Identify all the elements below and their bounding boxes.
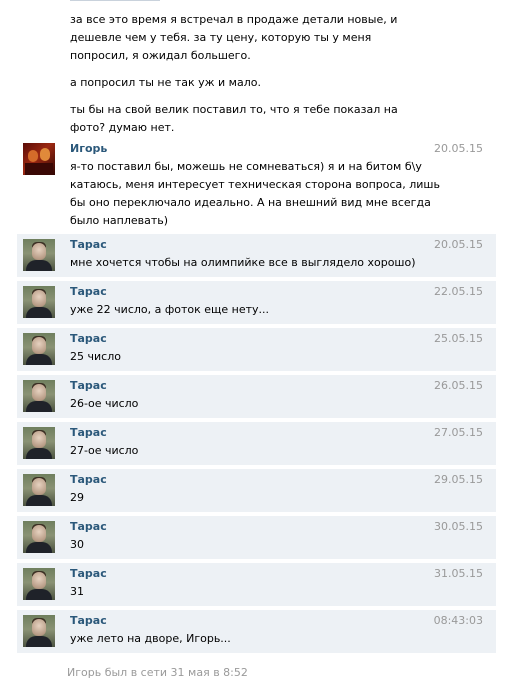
message-date[interactable]: 31.05.15 xyxy=(434,567,483,580)
message-paragraph: а попросил ты не так уж и мало. xyxy=(70,76,261,89)
message-date[interactable]: 29.05.15 xyxy=(434,473,483,486)
author-name[interactable]: Игорь xyxy=(70,142,107,155)
avatar[interactable] xyxy=(23,239,55,271)
author-name[interactable]: Тарас xyxy=(70,426,107,439)
message-item[interactable]: Игорь 20.05.15 я-то поставил бы, можешь … xyxy=(17,138,496,230)
clipped-previous-message xyxy=(0,0,515,6)
message-text: мне хочется чтобы на олимпийке все в выг… xyxy=(70,256,416,269)
message-text: 26-ое число xyxy=(70,397,139,410)
message-item[interactable]: Тарас 31.05.15 31 xyxy=(17,563,496,606)
author-name[interactable]: Тарас xyxy=(70,473,107,486)
author-name[interactable]: Тарас xyxy=(70,379,107,392)
avatar[interactable] xyxy=(23,380,55,412)
divider xyxy=(70,0,160,1)
message-item[interactable]: Тарас 27.05.15 27-ое число xyxy=(17,422,496,465)
message-date[interactable]: 27.05.15 xyxy=(434,426,483,439)
last-seen-status: Игорь был в сети 31 мая в 8:52 xyxy=(67,666,248,679)
message-item[interactable]: Тарас 26.05.15 26-ое число xyxy=(17,375,496,418)
message-date[interactable]: 30.05.15 xyxy=(434,520,483,533)
message-date[interactable]: 22.05.15 xyxy=(434,285,483,298)
message-item[interactable]: Тарас 30.05.15 30 xyxy=(17,516,496,559)
avatar[interactable] xyxy=(23,474,55,506)
author-name[interactable]: Тарас xyxy=(70,285,107,298)
author-name[interactable]: Тарас xyxy=(70,614,107,627)
message-text: уже 22 число, а фоток еще нету... xyxy=(70,303,270,316)
message-date[interactable]: 08:43:03 xyxy=(434,614,483,627)
message-text: уже лето на дворе, Игорь... xyxy=(70,632,231,645)
message-text: 25 число xyxy=(70,350,121,363)
avatar[interactable] xyxy=(23,521,55,553)
avatar[interactable] xyxy=(23,143,55,175)
message-text: 29 xyxy=(70,491,84,504)
message-date[interactable]: 20.05.15 xyxy=(434,238,483,251)
message-text: 31 xyxy=(70,585,84,598)
message-text: 27-ое число xyxy=(70,444,139,457)
message-item[interactable]: Тарас 29.05.15 29 xyxy=(17,469,496,512)
message-paragraph: ты бы на свой велик поставил то, что я т… xyxy=(70,103,398,134)
message-item[interactable]: Тарас 08:43:03 уже лето на дворе, Игорь.… xyxy=(17,610,496,653)
message-text: 30 xyxy=(70,538,84,551)
avatar[interactable] xyxy=(23,427,55,459)
message-date[interactable]: 25.05.15 xyxy=(434,332,483,345)
author-name[interactable]: Тарас xyxy=(70,567,107,580)
author-name[interactable]: Тарас xyxy=(70,520,107,533)
message-item[interactable]: Тарас 25.05.15 25 число xyxy=(17,328,496,371)
avatar[interactable] xyxy=(23,568,55,600)
message-item[interactable]: Тарас 20.05.15 мне хочется чтобы на олим… xyxy=(17,234,496,277)
message-date[interactable]: 26.05.15 xyxy=(434,379,483,392)
author-name[interactable]: Тарас xyxy=(70,332,107,345)
message-item[interactable]: Тарас 22.05.15 уже 22 число, а фоток еще… xyxy=(17,281,496,324)
message-paragraph: за все это время я встречал в продаже де… xyxy=(70,13,398,62)
avatar[interactable] xyxy=(23,333,55,365)
avatar[interactable] xyxy=(23,615,55,647)
previous-message-text: за все это время я встречал в продаже де… xyxy=(70,11,420,146)
author-name[interactable]: Тарас xyxy=(70,238,107,251)
avatar[interactable] xyxy=(23,286,55,318)
message-text: я-то поставил бы, можешь не сомневаться)… xyxy=(70,160,440,227)
message-date[interactable]: 20.05.15 xyxy=(434,142,483,155)
